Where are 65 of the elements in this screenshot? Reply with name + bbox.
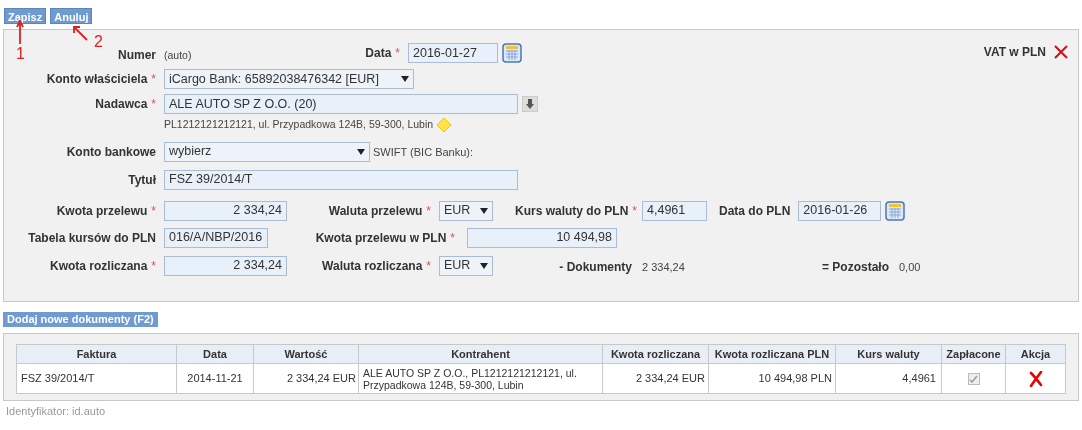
field-label: Data *	[364, 45, 400, 62]
table-cell: FSZ 39/2014/T	[16, 363, 177, 394]
field-label: Nadawca *	[95, 96, 156, 113]
field-label: Kwota przelewu *	[56, 202, 156, 220]
swift-label: SWIFT (BIC Banku):	[373, 144, 474, 160]
text-field[interactable]: 10 494,98	[467, 227, 617, 248]
text-field[interactable]: 4,4961	[642, 200, 707, 221]
text-field[interactable]: 016/A/NBP/2016	[164, 227, 268, 248]
field-label: Data do PLN	[719, 202, 791, 220]
date-field[interactable]: 2016-01-26	[798, 200, 882, 221]
table-cell: ALE AUTO SP Z O.O., PL1212121212121, ul. Przypadkowa 124B, 59-300, Lubin	[358, 363, 603, 394]
select-field[interactable]: iCargo Bank: 65892038476342 [EUR]	[164, 69, 414, 89]
column-header: Zapłacone	[941, 344, 1006, 364]
column-header: Kontrahent	[358, 344, 603, 364]
table-cell: 4,4961	[835, 363, 942, 394]
text-field[interactable]: ALE AUTO SP Z O.O. (20)	[164, 94, 518, 114]
column-header: Kwota rozliczana	[602, 344, 709, 364]
identifier-text: Identyfikator: id.auto	[5, 404, 107, 419]
text-field[interactable]: 2 334,24	[164, 255, 287, 276]
field-label: Konto bankowe	[66, 143, 156, 161]
column-header: Kwota rozliczana PLN	[708, 344, 836, 364]
dropdown-caret-icon	[480, 262, 488, 269]
annotation-number: 1	[16, 46, 25, 62]
field-label: Kwota przelewu w PLN *	[315, 229, 455, 247]
field-label: Tabela kursów do PLN	[28, 229, 156, 247]
date-field[interactable]: 2016-01-27	[408, 43, 498, 63]
field-label: Kurs waluty do PLN *	[515, 202, 637, 220]
select-field[interactable]: wybierz	[164, 141, 370, 162]
pozostalo-value: 0,00	[899, 260, 921, 276]
column-header: Faktura	[16, 344, 177, 364]
table-cell: 10 494,98 PLN	[708, 363, 836, 394]
table-cell: 2 334,24 EUR	[602, 363, 709, 394]
table-cell: 2 334,24 EUR	[253, 363, 359, 394]
field-label: Numer	[118, 47, 156, 64]
select-field[interactable]: EUR	[439, 255, 493, 276]
table-cell: 2014-11-21	[176, 363, 254, 394]
dokumenty-value: 2 334,24	[642, 260, 686, 276]
diamond-icon	[437, 117, 452, 132]
column-header: Akcja	[1005, 344, 1066, 364]
field-label: VAT w PLN	[983, 44, 1046, 61]
field-label: Konto właściciela *	[46, 71, 156, 88]
field-label: Kwota rozliczana *	[49, 257, 156, 275]
annotation-number: 2	[94, 34, 103, 50]
field-label: Tytuł	[128, 171, 156, 189]
numer-value: (auto)	[164, 48, 193, 64]
text-field[interactable]: 2 334,24	[164, 200, 287, 221]
download-icon[interactable]	[522, 96, 538, 112]
dropdown-caret-icon	[401, 76, 409, 82]
close-icon[interactable]	[1054, 45, 1068, 59]
address-text: PL1212121212121, ul. Przypadkowa 124B, 59-300, Lubin	[164, 117, 434, 132]
annotation-arrow	[72, 25, 88, 41]
dropdown-caret-icon	[480, 207, 488, 214]
delete-icon[interactable]	[1028, 371, 1043, 388]
column-header: Data	[176, 344, 254, 364]
field-label: Waluta przelewu *	[328, 202, 431, 220]
dropdown-caret-icon	[357, 148, 365, 155]
field-label: = Pozostało	[822, 258, 889, 276]
calendar-icon[interactable]	[885, 200, 906, 221]
calendar-icon[interactable]	[502, 43, 522, 63]
column-header: Wartość	[253, 344, 359, 364]
select-field[interactable]: EUR	[439, 200, 493, 221]
field-label: Waluta rozliczana *	[322, 257, 431, 275]
field-label: - Dokumenty	[559, 258, 632, 276]
column-header: Kurs waluty	[835, 344, 942, 364]
text-field[interactable]: FSZ 39/2014/T	[164, 169, 518, 190]
